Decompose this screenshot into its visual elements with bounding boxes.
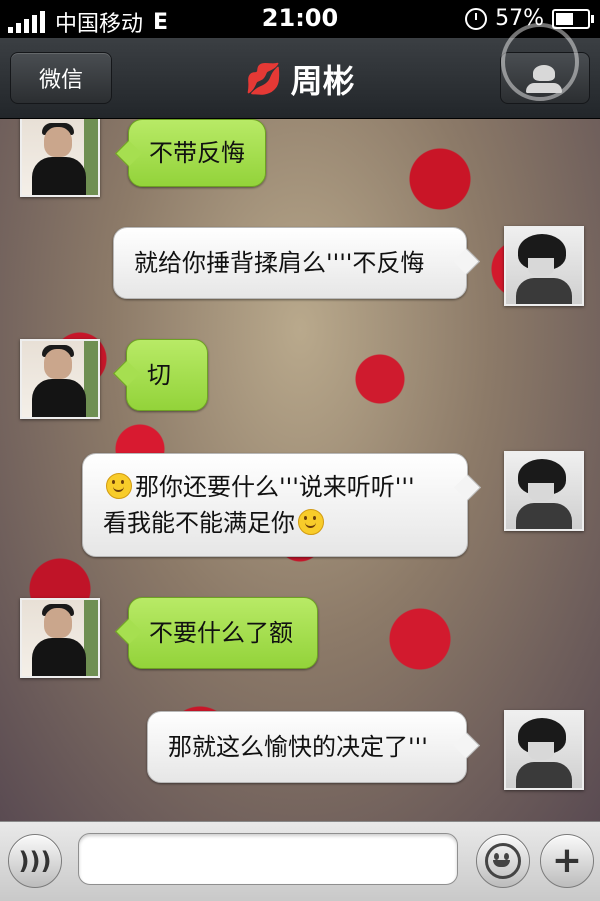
- avatar-face: [44, 349, 72, 379]
- my-avatar[interactable]: [504, 226, 584, 306]
- message-line-1: 那你还要什么'''说来听听''': [103, 469, 447, 505]
- smile-icon: [298, 509, 324, 535]
- avatar-bg: [84, 341, 98, 417]
- message-bubble-received[interactable]: 切: [126, 339, 208, 411]
- message-bubble-sent[interactable]: 那你还要什么'''说来听听''' 看我能不能满足你: [82, 453, 468, 557]
- friend-avatar[interactable]: [20, 339, 100, 419]
- more-button[interactable]: +: [540, 834, 594, 888]
- plus-icon: +: [551, 840, 583, 881]
- message-input[interactable]: [78, 833, 458, 885]
- battery-fill: [556, 12, 573, 25]
- battery-icon: [552, 8, 594, 29]
- avatar-bg: [84, 119, 98, 195]
- avatar-face: [44, 608, 72, 638]
- friend-avatar[interactable]: [20, 119, 100, 197]
- avatar-body: [516, 762, 572, 788]
- message-text: 不带反悔: [149, 139, 245, 167]
- avatar-body: [516, 503, 572, 529]
- person-icon-body: [526, 83, 562, 93]
- status-bar: 中国移动 E 21:00 57%: [0, 0, 600, 38]
- my-avatar[interactable]: [504, 451, 584, 531]
- message-bubble-sent[interactable]: 那就这么愉快的决定了''': [147, 711, 467, 783]
- avatar-body: [32, 379, 86, 417]
- message-text: 看我能不能满足你: [103, 509, 295, 537]
- alarm-icon: [465, 7, 488, 30]
- message-bubble-received[interactable]: 不要什么了额: [128, 597, 318, 669]
- message-bubble-received[interactable]: 不带反悔: [128, 119, 266, 187]
- chat-area[interactable]: 不带反悔 就给你捶背揉肩么''''不反悔 切 那你还要什么'''说来听听''' …: [0, 119, 600, 821]
- voice-button[interactable]: ))): [8, 834, 62, 888]
- nav-bar: 微信 💋 周彬: [0, 23, 600, 119]
- avatar-body: [32, 638, 86, 676]
- smile-icon: [106, 473, 132, 499]
- avatar-bg: [84, 600, 98, 676]
- my-avatar[interactable]: [504, 710, 584, 790]
- friend-avatar[interactable]: [20, 598, 100, 678]
- avatar-body: [516, 278, 572, 304]
- message-text: 不要什么了额: [149, 619, 293, 647]
- contact-profile-button[interactable]: [500, 23, 590, 104]
- avatar-face: [44, 127, 72, 157]
- voice-icon: ))): [18, 847, 52, 875]
- message-text: 那就这么愉快的决定了''': [168, 733, 428, 761]
- message-line-2: 看我能不能满足你: [103, 505, 447, 541]
- avatar-body: [32, 157, 86, 195]
- emoji-icon: [485, 843, 521, 879]
- message-text: 切: [147, 361, 171, 389]
- message-text: 就给你捶背揉肩么''''不反悔: [134, 249, 425, 277]
- person-icon: [533, 65, 555, 81]
- emoji-button[interactable]: [476, 834, 530, 888]
- avatar-face: [528, 258, 554, 276]
- message-bubble-sent[interactable]: 就给你捶背揉肩么''''不反悔: [113, 227, 467, 299]
- avatar-face: [528, 742, 554, 760]
- lips-icon: 💋: [245, 61, 283, 97]
- avatar-face: [528, 483, 554, 501]
- input-bar: ))) +: [0, 821, 600, 901]
- chat-title-text: 周彬: [290, 62, 355, 100]
- message-text: 那你还要什么'''说来听听''': [135, 473, 415, 501]
